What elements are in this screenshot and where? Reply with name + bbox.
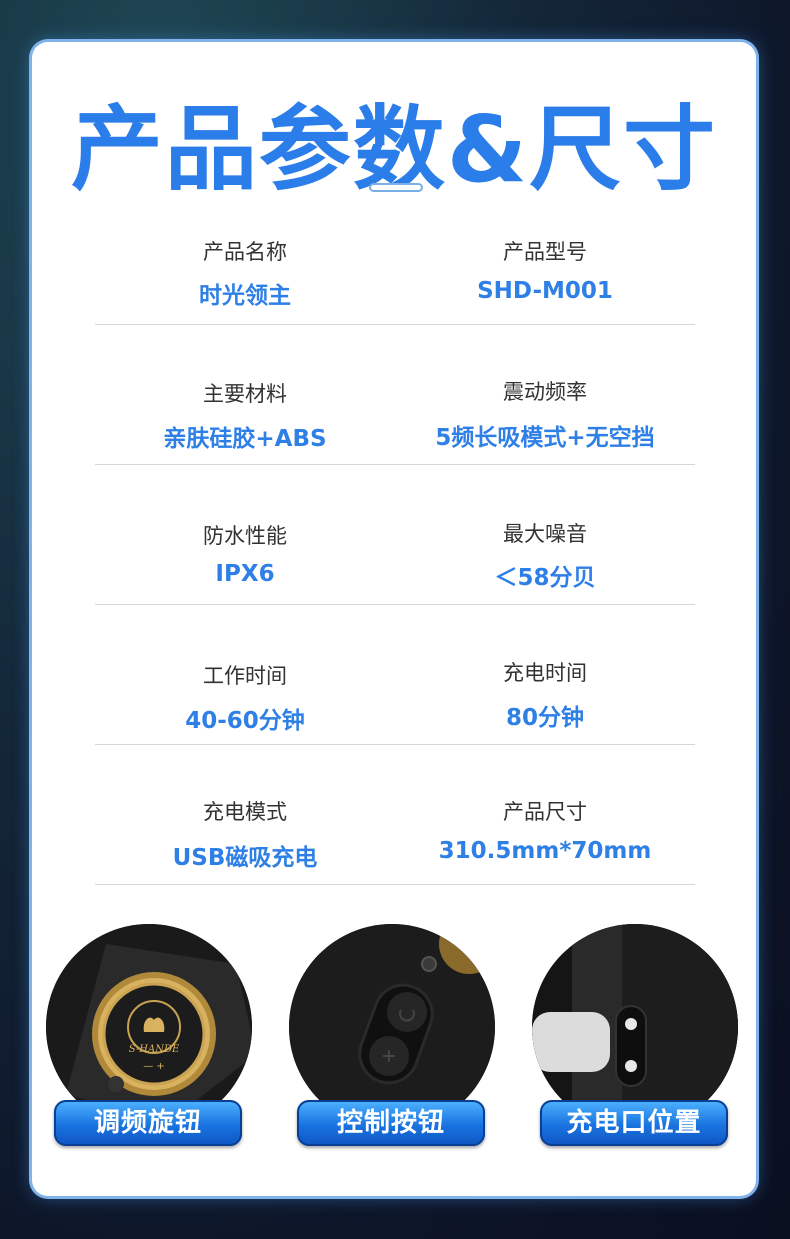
spec-cell-product-name: 产品名称 时光领主 bbox=[95, 184, 395, 324]
spec-value: USB磁吸充电 bbox=[172, 845, 318, 871]
feature-label: 调频旋钮 bbox=[54, 1100, 242, 1146]
spec-cell-waterproof: 防水性能 IPX6 bbox=[95, 464, 395, 604]
spec-cell-material: 主要材料 亲肤硅胶+ABS bbox=[95, 324, 395, 464]
spec-cell-size: 产品尺寸 310.5mm*70mm bbox=[395, 744, 695, 884]
knob-marker-text: — + bbox=[143, 1061, 165, 1072]
spec-value: 亲肤硅胶+ABS bbox=[163, 426, 327, 452]
feature-label: 控制按钮 bbox=[297, 1100, 485, 1146]
feature-knob: S-HANDE — + 调频旋钮 bbox=[44, 922, 254, 1162]
spec-label: 最大噪音 bbox=[503, 522, 587, 546]
spec-cell-noise: 最大噪音 ＜58分贝 bbox=[395, 464, 695, 604]
spec-label: 产品型号 bbox=[503, 240, 587, 264]
spec-value: 时光领主 bbox=[199, 283, 291, 309]
spec-card: 产品参数&尺寸 产品名称 时光领主 产品型号 SHD-M001 主要材料 亲肤硅… bbox=[32, 42, 756, 1196]
spec-label: 产品名称 bbox=[203, 240, 287, 264]
knob-brand-text: S-HANDE bbox=[129, 1044, 180, 1055]
spec-row: 防水性能 IPX6 最大噪音 ＜58分贝 bbox=[95, 464, 695, 605]
spec-value: IPX6 bbox=[215, 561, 275, 587]
spec-value: 40-60分钟 bbox=[185, 708, 305, 734]
spec-cell-work-time: 工作时间 40-60分钟 bbox=[95, 604, 395, 744]
spec-row: 产品名称 时光领主 产品型号 SHD-M001 bbox=[95, 184, 695, 325]
spec-label: 防水性能 bbox=[203, 524, 287, 548]
spec-label: 充电时间 bbox=[503, 661, 587, 685]
spec-label: 工作时间 bbox=[203, 664, 287, 688]
feature-buttons: 控制按钮 bbox=[287, 922, 497, 1162]
spec-row: 工作时间 40-60分钟 充电时间 80分钟 bbox=[95, 604, 695, 745]
spec-cell-charge-mode: 充电模式 USB磁吸充电 bbox=[95, 744, 395, 884]
spec-label: 充电模式 bbox=[203, 800, 287, 824]
spec-row: 充电模式 USB磁吸充电 产品尺寸 310.5mm*70mm bbox=[95, 744, 695, 885]
spec-label: 震动频率 bbox=[503, 380, 587, 404]
spec-cell-charge-time: 充电时间 80分钟 bbox=[395, 604, 695, 744]
feature-charging-port: 充电口位置 bbox=[530, 922, 740, 1162]
feature-label: 充电口位置 bbox=[540, 1100, 728, 1146]
spec-value: SHD-M001 bbox=[477, 278, 613, 304]
spec-label: 主要材料 bbox=[203, 382, 287, 406]
feature-gallery: S-HANDE — + 调频旋钮 控制按钮 充电口位置 bbox=[32, 922, 756, 1162]
spec-value: 5频长吸模式+无空挡 bbox=[435, 425, 655, 451]
spec-cell-model: 产品型号 SHD-M001 bbox=[395, 184, 695, 324]
spec-label: 产品尺寸 bbox=[503, 800, 587, 824]
spec-value: ＜58分贝 bbox=[494, 565, 596, 591]
spec-value: 80分钟 bbox=[505, 705, 584, 731]
spec-cell-vibration: 震动频率 5频长吸模式+无空挡 bbox=[395, 324, 695, 464]
spec-value: 310.5mm*70mm bbox=[438, 838, 652, 864]
spec-row: 主要材料 亲肤硅胶+ABS 震动频率 5频长吸模式+无空挡 bbox=[95, 324, 695, 465]
